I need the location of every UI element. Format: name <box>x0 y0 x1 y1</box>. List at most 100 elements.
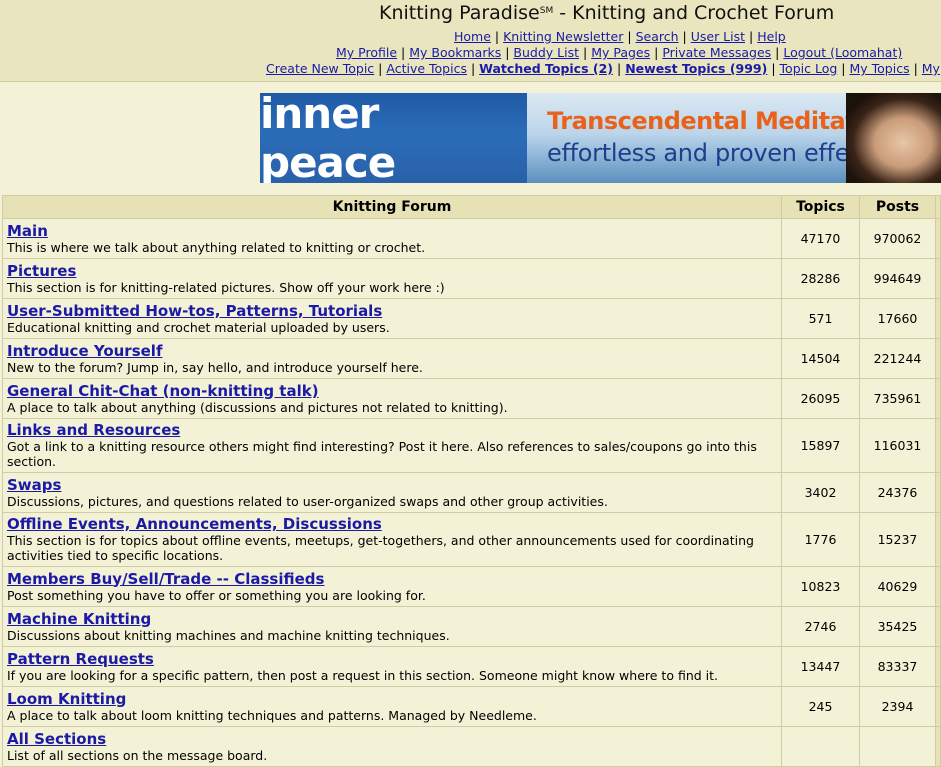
topics-count: 15897 <box>782 419 859 472</box>
forum-description: This is where we talk about anything rel… <box>7 239 426 255</box>
nav-link[interactable]: My Pages <box>591 45 650 60</box>
table-edge <box>936 259 940 298</box>
table-row: Pictures This section is for knitting-rel… <box>3 259 940 298</box>
forum-link[interactable]: Links and Resources <box>7 422 777 439</box>
forum-info-cell: All Sections List of all sections on the … <box>3 727 781 766</box>
table-edge <box>936 687 940 726</box>
forum-link[interactable]: General Chit-Chat (non-knitting talk) <box>7 382 777 400</box>
forum-description: New to the forum? Jump in, say hello, an… <box>7 359 423 375</box>
table-row: Swaps Discussions, pictures, and question… <box>3 473 940 512</box>
topics-count: 26095 <box>782 379 859 418</box>
nav-link[interactable]: Private Messages <box>662 45 771 60</box>
table-row: General Chit-Chat (non-knitting talk) A p… <box>3 379 940 418</box>
topics-count: 2746 <box>782 607 859 646</box>
banner-inner-peace: inner peace <box>260 93 527 183</box>
nav-link[interactable]: Knitting Newsletter <box>503 29 623 44</box>
forum-info-cell: Members Buy/Sell/Trade -- Classifieds Pos… <box>3 567 781 606</box>
table-header-row: Knitting Forum Topics Posts <box>3 196 940 218</box>
nav-link[interactable]: User List <box>691 29 745 44</box>
nav-link[interactable]: Topic Log <box>780 61 838 76</box>
table-edge <box>936 647 940 686</box>
topics-count: 14504 <box>782 339 859 378</box>
forum-description: List of all sections on the message boar… <box>7 747 268 763</box>
banner-brand-text: Transcendental Meditation <box>547 107 897 135</box>
topics-count: 47170 <box>782 219 859 258</box>
user-nav: My Profile | My Bookmarks | Buddy List |… <box>336 45 902 61</box>
forum-info-cell: Machine Knitting Discussions about knitti… <box>3 607 781 646</box>
nav-separator: | <box>470 61 476 76</box>
topics-count: 3402 <box>782 473 859 512</box>
nav-link[interactable]: Home <box>454 29 491 44</box>
table-row: Links and Resources Got a link to a knitt… <box>3 419 940 472</box>
nav-link[interactable]: Logout (Loomahat) <box>783 45 902 60</box>
forum-description: This section is for topics about offline… <box>7 533 754 563</box>
nav-separator: | <box>505 45 510 60</box>
table-row: User-Submitted How-tos, Patterns, Tutori… <box>3 299 940 338</box>
nav-link[interactable]: My Profile <box>336 45 397 60</box>
nav-separator: | <box>654 45 659 60</box>
nav-link[interactable]: Help <box>757 29 786 44</box>
nav-link[interactable]: Active Topics <box>386 61 467 76</box>
nav-separator: | <box>775 45 780 60</box>
table-edge <box>936 379 940 418</box>
forum-description: Discussions about knitting machines and … <box>7 627 450 643</box>
nav-separator: | <box>749 29 754 44</box>
site-subtitle: - Knitting and Crochet Forum <box>553 2 835 24</box>
topics-count: 1776 <box>782 513 859 566</box>
topics-column-header: Topics <box>782 196 859 218</box>
forum-link[interactable]: Offline Events, Announcements, Discussio… <box>7 516 777 533</box>
forum-link[interactable]: Pictures <box>7 262 777 280</box>
topics-count: 10823 <box>782 567 859 606</box>
forum-link[interactable]: User-Submitted How-tos, Patterns, Tutori… <box>7 302 777 320</box>
table-row: All Sections List of all sections on the … <box>3 727 940 766</box>
posts-count: 40629 <box>860 567 935 606</box>
forum-link[interactable]: Main <box>7 222 777 240</box>
forum-info-cell: Loom Knitting A place to talk about loom … <box>3 687 781 726</box>
nav-link[interactable]: Newest Topics (999) <box>625 61 767 76</box>
table-edge <box>936 196 940 218</box>
forum-link[interactable]: Machine Knitting <box>7 610 777 628</box>
nav-link[interactable]: Search <box>636 29 679 44</box>
forum-column-header: Knitting Forum <box>3 196 781 218</box>
table-edge <box>936 513 940 566</box>
ad-banner[interactable]: inner peace Transcendental Meditation® e… <box>260 93 941 183</box>
nav-link[interactable]: Watched Topics (2) <box>479 61 613 76</box>
table-edge <box>936 473 940 512</box>
nav-separator: | <box>494 29 500 44</box>
nav-separator: | <box>617 61 622 76</box>
nav-separator: | <box>401 45 406 60</box>
nav-link[interactable]: My <box>922 61 940 76</box>
nav-link[interactable]: My Bookmarks <box>409 45 501 60</box>
site-header: Knitting ParadiseSM - Knitting and Croch… <box>0 0 941 82</box>
nav-link[interactable]: My Topics <box>849 61 909 76</box>
forum-link[interactable]: Loom Knitting <box>7 690 777 708</box>
table-row: Loom Knitting A place to talk about loom … <box>3 687 940 726</box>
forum-info-cell: Introduce Yourself New to the forum? Jump… <box>3 339 781 378</box>
forum-link[interactable]: Members Buy/Sell/Trade -- Classifieds <box>7 570 777 588</box>
topics-count: 571 <box>782 299 859 338</box>
nav-link[interactable]: Create New Topic <box>266 61 374 76</box>
nav-link[interactable]: Buddy List <box>513 45 579 60</box>
forum-link[interactable]: Introduce Yourself <box>7 342 777 360</box>
forum-link[interactable]: All Sections <box>7 730 777 748</box>
forum-description: Educational knitting and crochet materia… <box>7 319 390 335</box>
table-edge <box>936 419 940 472</box>
table-row: Introduce Yourself New to the forum? Jump… <box>3 339 940 378</box>
forum-list-table: Knitting Forum Topics Posts Main This is … <box>2 195 941 767</box>
forum-info-cell: Pictures This section is for knitting-rel… <box>3 259 781 298</box>
banner-right-panel: Transcendental Meditation® effortless an… <box>527 93 941 183</box>
posts-count: 2394 <box>860 687 935 726</box>
forum-info-cell: Main This is where we talk about anything… <box>3 219 781 258</box>
forum-link[interactable]: Swaps <box>7 476 777 494</box>
nav-separator: | <box>913 61 918 76</box>
primary-nav: Home | Knitting Newsletter | Search | Us… <box>454 29 786 45</box>
topics-count: 28286 <box>782 259 859 298</box>
topics-nav: Create New Topic | Active Topics | Watch… <box>266 61 940 77</box>
topics-count: 13447 <box>782 647 859 686</box>
forum-description: If you are looking for a specific patter… <box>7 667 718 683</box>
forum-description: Got a link to a knitting resource others… <box>7 439 757 469</box>
forum-info-cell: User-Submitted How-tos, Patterns, Tutori… <box>3 299 781 338</box>
nav-separator: | <box>771 61 776 76</box>
nav-separator: | <box>627 29 632 44</box>
forum-link[interactable]: Pattern Requests <box>7 650 777 668</box>
